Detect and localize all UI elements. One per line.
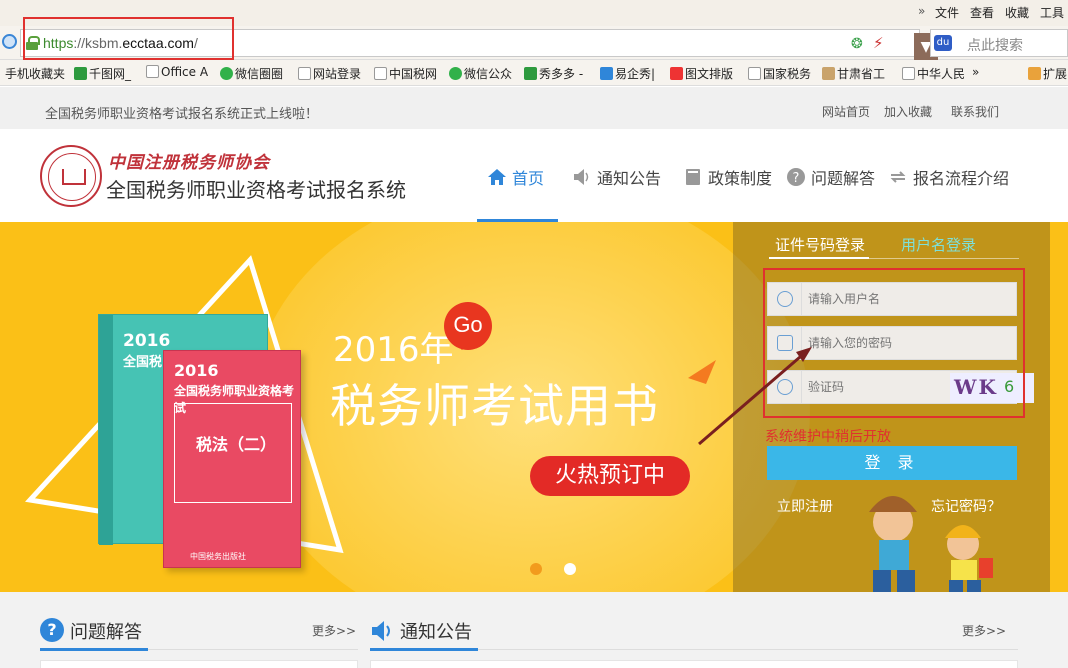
bookmark-item[interactable]: 微信圈圈 (220, 65, 283, 82)
notice-bar: 全国税务师职业资格考试报名系统正式上线啦！ 网站首页 加入收藏 联系我们 (0, 87, 1068, 129)
favorites-bar: 手机收藏夹 千图网_ Office A 微信圈圈 网站登录 中国税网 微信公众 … (0, 60, 1068, 86)
puzzle-icon (1028, 67, 1041, 80)
eqxiu-icon (600, 67, 613, 80)
system-name: 全国税务师职业资格考试报名系统 (106, 178, 406, 202)
nav-faq[interactable]: ? 问题解答 (786, 165, 875, 189)
page-icon (748, 67, 761, 80)
wechat-icon (449, 67, 462, 80)
speed-mode-icon[interactable]: ⚡ (873, 34, 884, 52)
question-icon: ? (40, 618, 64, 642)
notices-title-underline (370, 648, 478, 651)
bookmark-item[interactable]: 秀多多 - (524, 65, 583, 82)
preorder-button[interactable]: 火热预订中 (530, 456, 690, 496)
bookmark-item[interactable]: 网站登录 (298, 65, 361, 82)
bookmark-item[interactable]: 国家税务 (748, 65, 811, 82)
notices-panel-title: 通知公告 (400, 622, 472, 643)
question-icon: ? (787, 168, 805, 186)
bookmark-item[interactable]: 甘肃省工 (822, 65, 885, 82)
bookmark-item[interactable]: 易企秀| (600, 65, 655, 82)
faq-panel-body (40, 660, 358, 668)
bookmark-item[interactable]: 手机收藏夹 (5, 65, 65, 82)
gansu-icon (822, 67, 835, 80)
banner-year: 2016年 (333, 330, 454, 370)
notices-panel-body (370, 660, 1018, 668)
page-icon (374, 67, 387, 80)
nav-notices[interactable]: 通知公告 (572, 165, 661, 189)
maintenance-message: 系统维护中稍后开放 (765, 429, 891, 445)
bookmarks-overflow-icon[interactable]: » (972, 65, 979, 79)
browser-globe-icon[interactable] (2, 34, 17, 49)
org-name: 中国注册税务师协会 (108, 153, 270, 173)
slide-dot-2[interactable] (564, 563, 576, 575)
link-home[interactable]: 网站首页 (822, 103, 870, 120)
notice-text: 全国税务师职业资格考试报名系统正式上线啦！ (45, 107, 319, 122)
association-seal-logo[interactable] (40, 145, 102, 207)
menu-favorites[interactable]: 收藏 (1005, 4, 1029, 21)
banner-title: 税务师考试用书 (330, 379, 659, 433)
page-icon (146, 65, 159, 78)
site-header: 中国注册税务师协会 全国税务师职业资格考试报名系统 首页 通知公告 政策制度 ?… (0, 129, 1068, 222)
menu-view[interactable]: 查看 (970, 4, 994, 21)
extensions-button[interactable]: 扩展 (1028, 65, 1067, 82)
bookmark-item[interactable]: 中华人民 (902, 65, 965, 82)
menu-overflow-icon[interactable]: » (918, 4, 925, 18)
notices-panel: 通知公告 更多>> (370, 612, 1018, 668)
link-contact[interactable]: 联系我们 (951, 103, 999, 120)
link-add-favorite[interactable]: 加入收藏 (884, 103, 932, 120)
paper-plane-icon (688, 360, 716, 384)
xiuduoduo-icon (524, 67, 537, 80)
baidu-paw-icon[interactable]: du (934, 35, 952, 51)
tab-username-login[interactable]: 用户名登录 (901, 234, 976, 255)
tab-id-login[interactable]: 证件号码登录 (775, 234, 865, 255)
tuwen-icon (670, 67, 683, 80)
faq-title-underline (40, 648, 148, 651)
bookmark-item[interactable]: Office A (146, 65, 208, 79)
annotation-frame-url (23, 17, 234, 60)
bookmark-item[interactable]: 中国税网 (374, 65, 437, 82)
notices-panel-header: 通知公告 更多>> (370, 612, 1018, 651)
faq-panel-title: 问题解答 (70, 622, 142, 643)
annotation-frame-login (763, 268, 1025, 418)
search-input[interactable]: du 点此搜索 (930, 29, 1068, 57)
faq-panel-header: ? 问题解答 更多>> (40, 612, 358, 651)
svg-text:?: ? (793, 171, 800, 186)
bookmark-item[interactable]: 微信公众 (449, 65, 512, 82)
book-icon (686, 169, 700, 185)
kids-illustration (869, 496, 993, 592)
speaker-icon (574, 169, 589, 185)
page-icon (298, 67, 311, 80)
tab-active-line (769, 257, 869, 259)
page-icon (902, 67, 915, 80)
nav-home[interactable]: 首页 (487, 165, 544, 189)
qiantu-icon (74, 67, 87, 80)
faq-more-link[interactable]: 更多>> (312, 622, 356, 639)
search-placeholder: 点此搜索 (967, 38, 1023, 54)
menu-tools[interactable]: 工具 (1040, 4, 1064, 21)
go-bubble-icon: Go (444, 302, 492, 350)
nav-process[interactable]: 报名流程介绍 (888, 165, 1009, 189)
slide-dot-1[interactable] (530, 563, 542, 575)
faq-panel: ? 问题解答 更多>> (40, 612, 358, 668)
notices-more-link[interactable]: 更多>> (962, 622, 1006, 639)
speaker-icon (372, 621, 390, 641)
menu-file[interactable]: 文件 (935, 4, 959, 21)
promo-banner[interactable]: 2016 全国税 2016 全国税务师职业资格考试 税法（二） 中国税务出版社 … (0, 222, 1068, 592)
flow-icon (890, 171, 906, 183)
book-cover-red: 2016 全国税务师职业资格考试 税法（二） 中国税务出版社 (163, 350, 301, 568)
home-icon (488, 169, 506, 185)
bookmark-item[interactable]: 图文排版 (670, 65, 733, 82)
nav-policy[interactable]: 政策制度 (683, 165, 772, 189)
tab-divider (869, 258, 1019, 259)
bookmark-item[interactable]: 千图网_ (74, 65, 131, 82)
compat-mode-icon[interactable]: ❂ (851, 36, 863, 52)
wechat-icon (220, 67, 233, 80)
